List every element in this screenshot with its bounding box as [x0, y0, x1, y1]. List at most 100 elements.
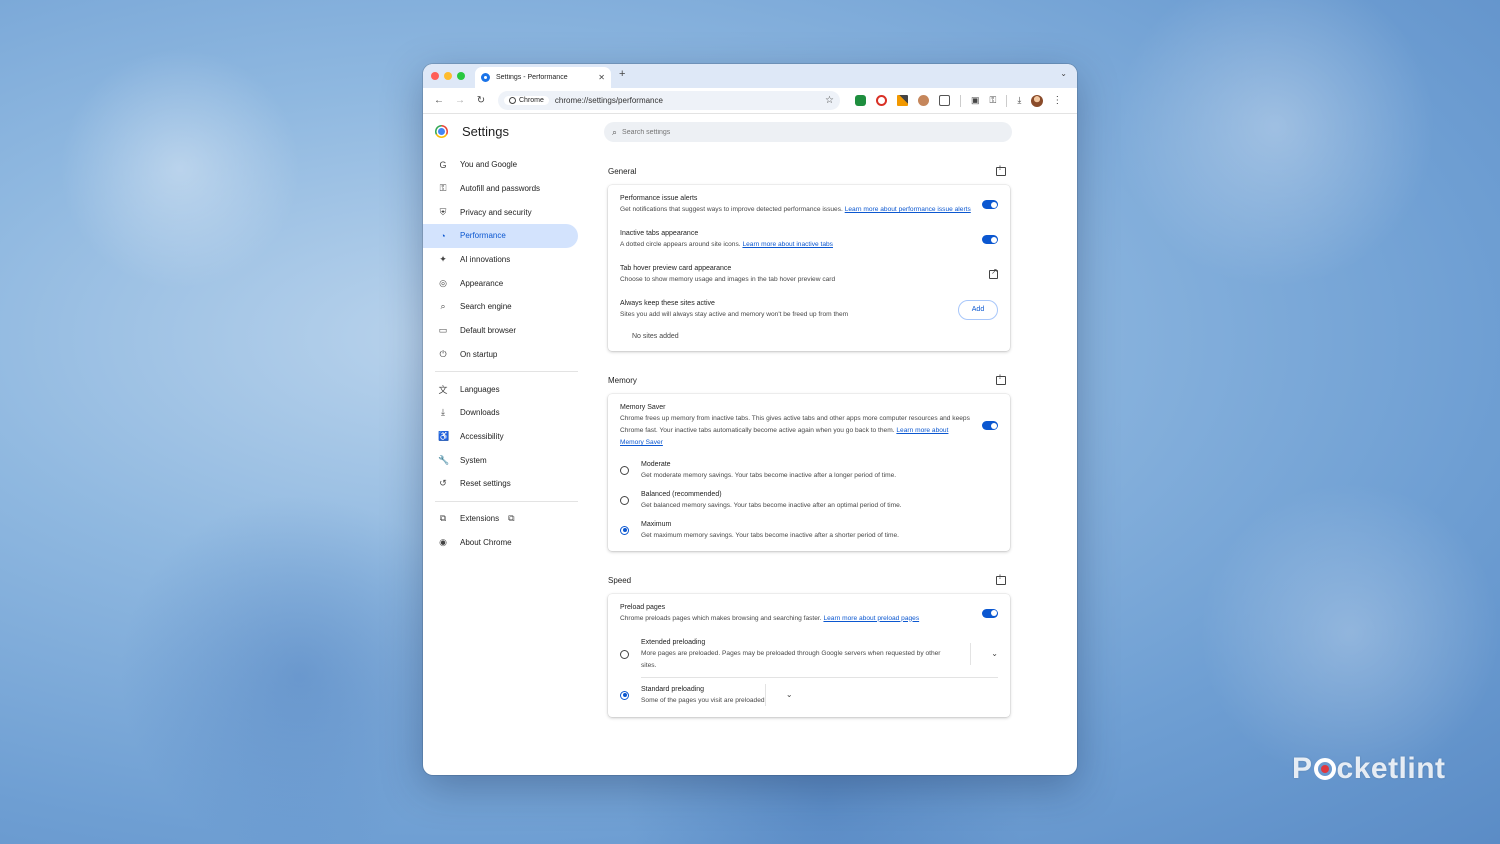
url-text[interactable]: chrome://settings/performance	[555, 96, 825, 105]
sidebar-item-appearance[interactable]: ◎ Appearance	[423, 271, 578, 295]
maximize-window-button[interactable]	[457, 72, 465, 80]
google-g-icon: G	[439, 159, 447, 170]
radio-button[interactable]	[620, 465, 629, 475]
download-icon[interactable]: ⤓	[1017, 95, 1021, 106]
preload-pages-toggle[interactable]	[982, 608, 998, 618]
close-window-button[interactable]	[431, 72, 439, 80]
sidebar-item-downloads[interactable]: ⤓ Downloads	[423, 401, 578, 425]
tab-title: Settings - Performance	[496, 74, 568, 81]
no-sites-message: No sites added	[632, 333, 679, 340]
address-bar[interactable]: Chrome chrome://settings/performance ☆	[498, 91, 840, 110]
sidebar-item-ai-innovations[interactable]: ✦ AI innovations	[423, 248, 578, 272]
general-section-header: General	[608, 158, 1010, 185]
sidebar-item-system[interactable]: 🔧 System	[423, 448, 578, 472]
learn-more-link[interactable]: Learn more about preload pages	[823, 615, 919, 622]
settings-gear-icon	[481, 73, 490, 82]
option-title: Standard preloading	[641, 685, 705, 693]
search-icon: ⌕	[440, 301, 446, 312]
feedback-icon[interactable]	[996, 166, 1006, 176]
pocketlint-watermark: Pcketlint	[1292, 752, 1446, 786]
tab-settings-performance[interactable]: Settings - Performance ✕	[475, 67, 611, 88]
row-description-text: A dotted circle appears around site icon…	[620, 241, 741, 248]
sidebar-item-privacy[interactable]: ⛨ Privacy and security	[423, 200, 578, 224]
speed-card: Preload pages Chrome preloads pages whic…	[608, 593, 1010, 717]
inactive-tabs-toggle[interactable]	[982, 235, 998, 244]
reading-list-icon[interactable]: ▣	[971, 95, 980, 106]
password-key-icon[interactable]: ⚿	[990, 95, 997, 106]
sidebar-item-label: Extensions	[460, 513, 500, 523]
extension-record-icon[interactable]	[876, 95, 887, 106]
memory-option-balanced[interactable]: Balanced (recommended) Get balanced memor…	[608, 485, 1010, 515]
tab-search-chevron-icon[interactable]: ⌄	[1060, 69, 1067, 78]
memory-saver-row[interactable]: Memory Saver Chrome frees up memory from…	[608, 396, 1010, 455]
radio-button-selected[interactable]	[620, 690, 629, 700]
sidebar-item-autofill[interactable]: ⚿ Autofill and passwords	[423, 177, 578, 201]
shield-icon: ⛨	[439, 206, 447, 217]
minimize-window-button[interactable]	[444, 72, 452, 80]
radio-button[interactable]	[620, 649, 629, 659]
preload-option-standard[interactable]: Standard preloading Some of the pages you…	[608, 680, 1010, 715]
search-settings[interactable]: ⌕	[604, 122, 1012, 142]
section-title: Memory	[608, 376, 637, 385]
sidebar-item-label: Reset settings	[460, 479, 511, 489]
preload-pages-row[interactable]: Preload pages Chrome preloads pages whic…	[608, 596, 1010, 631]
performance-alerts-toggle[interactable]	[982, 200, 998, 209]
inactive-tabs-row[interactable]: Inactive tabs appearance A dotted circle…	[608, 222, 1010, 257]
extensions-puzzle-icon[interactable]	[939, 95, 950, 106]
back-arrow-icon[interactable]: ←	[431, 93, 447, 109]
site-info-chip[interactable]: Chrome	[504, 96, 549, 105]
sidebar-item-extensions[interactable]: ⧉ Extensions ⧉	[423, 507, 578, 531]
sidebar-item-about-chrome[interactable]: ◉ About Chrome	[423, 530, 578, 554]
option-description: Some of the pages you visit are preloade…	[641, 696, 765, 704]
divider	[641, 677, 998, 678]
row-description: Chrome frees up memory from inactive tab…	[620, 413, 972, 449]
performance-alerts-row[interactable]: Performance issue alerts Get notificatio…	[608, 187, 1010, 222]
translate-icon: 文	[438, 384, 448, 395]
add-site-button[interactable]: Add	[958, 299, 998, 320]
memory-saver-toggle[interactable]	[982, 421, 998, 430]
radio-button-selected[interactable]	[620, 525, 629, 535]
tab-hover-preview-row[interactable]: Tab hover preview card appearance Choose…	[608, 257, 1010, 292]
toolbar: ← → ↻ Chrome chrome://settings/performan…	[423, 88, 1077, 114]
new-tab-button[interactable]: +	[619, 68, 625, 80]
open-external-icon[interactable]	[989, 267, 998, 279]
forward-arrow-icon[interactable]: →	[452, 93, 468, 109]
row-description: Sites you add will always stay active an…	[620, 311, 849, 318]
extension-pencil-icon[interactable]	[897, 95, 908, 106]
chevron-down-icon[interactable]: ⌄	[970, 643, 998, 665]
sidebar-item-accessibility[interactable]: ♿ Accessibility	[423, 425, 578, 449]
sidebar-item-reset-settings[interactable]: ↺ Reset settings	[423, 472, 578, 496]
bookmark-star-icon[interactable]: ☆	[825, 95, 834, 106]
radio-button[interactable]	[620, 495, 629, 505]
feedback-icon[interactable]	[996, 375, 1006, 385]
preload-option-extended[interactable]: Extended preloading More pages are preloa…	[608, 631, 1010, 676]
sidebar-item-label: Default browser	[460, 326, 517, 336]
search-icon: ⌕	[612, 126, 618, 137]
memory-option-maximum[interactable]: Maximum Get maximum memory savings. Your …	[608, 515, 1010, 549]
option-description: Get balanced memory savings. Your tabs b…	[641, 501, 902, 509]
memory-option-moderate[interactable]: Moderate Get moderate memory savings. You…	[608, 455, 1010, 485]
tab-close-icon[interactable]: ✕	[598, 73, 605, 82]
sidebar-item-search-engine[interactable]: ⌕ Search engine	[423, 295, 578, 319]
sidebar: G You and Google ⚿ Autofill and passwords …	[423, 153, 583, 554]
sidebar-item-languages[interactable]: 文 Languages	[423, 377, 578, 401]
search-input[interactable]	[622, 128, 923, 136]
feedback-icon[interactable]	[996, 575, 1006, 585]
reload-icon[interactable]: ↻	[473, 93, 489, 109]
extension-green-icon[interactable]	[855, 95, 866, 106]
sidebar-item-label: AI innovations	[460, 255, 511, 265]
sidebar-item-you-and-google[interactable]: G You and Google	[423, 153, 578, 177]
sidebar-item-on-startup[interactable]: ⏻ On startup	[423, 343, 578, 367]
option-title: Moderate	[641, 460, 671, 468]
learn-more-link[interactable]: Learn more about performance issue alert…	[845, 206, 971, 213]
chevron-down-icon[interactable]: ⌄	[764, 684, 793, 706]
extension-cookie-icon[interactable]	[918, 95, 929, 106]
sidebar-item-label: About Chrome	[460, 537, 512, 547]
row-title: Always keep these sites active	[620, 300, 715, 307]
power-icon: ⏻	[439, 348, 447, 359]
sidebar-item-performance[interactable]: ◔ Performance	[423, 224, 578, 248]
learn-more-link[interactable]: Learn more about inactive tabs	[742, 241, 833, 248]
profile-avatar[interactable]	[1031, 94, 1044, 107]
menu-kebab-icon[interactable]: ⋮	[1052, 95, 1062, 106]
sidebar-item-default-browser[interactable]: ▭ Default browser	[423, 319, 578, 343]
